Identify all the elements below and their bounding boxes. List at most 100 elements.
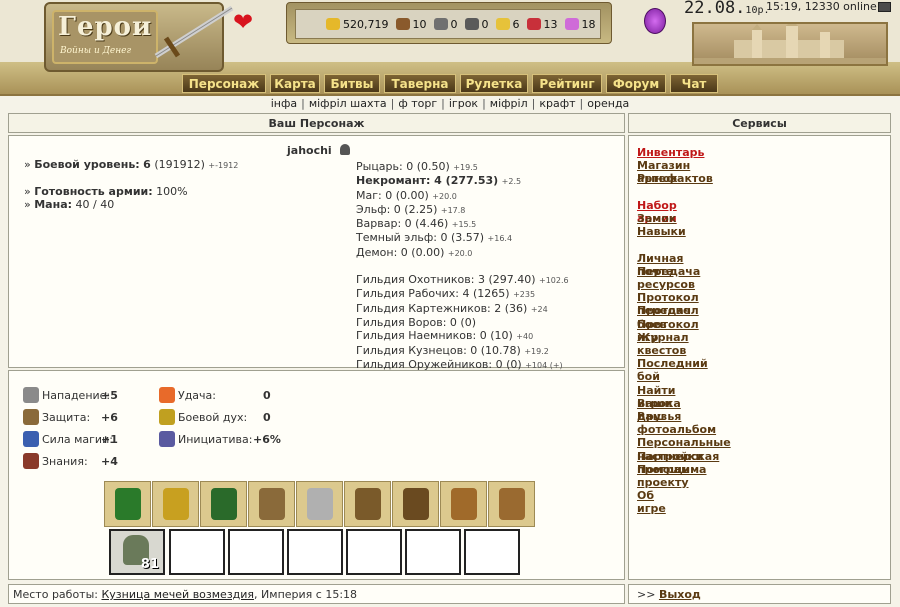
guild-row-delta: +104 (+) — [525, 360, 563, 370]
faction-row-delta: +19.5 — [453, 163, 478, 172]
logo-subtitle: Войны и Денег — [60, 46, 132, 56]
game-date: 22.08.10р. — [684, 0, 770, 18]
skill-label: Боевой дух: — [178, 410, 248, 424]
health-heart-icon: ❤ — [233, 8, 254, 36]
faction-row-text: Эльф: 0 (2.25) — [356, 202, 438, 216]
nav-3[interactable]: Таверна — [384, 74, 456, 93]
nav-1[interactable]: Карта — [270, 74, 320, 93]
service-link[interactable]: Ваш фотоальбом — [637, 410, 716, 436]
nav-7[interactable]: Чат — [670, 74, 718, 93]
skill-label: Защита: — [42, 410, 91, 424]
service-link[interactable]: Журнал квестов — [637, 331, 689, 357]
subnav-link[interactable]: міфріл шахта — [309, 97, 387, 110]
skill-value: +4 — [101, 454, 118, 468]
helmet-icon — [339, 144, 350, 155]
resource-value: 520,719 — [343, 17, 389, 31]
equipment-slot[interactable] — [104, 481, 151, 527]
player-name[interactable]: jahochi — [287, 144, 350, 157]
equipment-slot[interactable] — [296, 481, 343, 527]
exit-bar: >> Выход — [628, 584, 891, 604]
guild-row: Гильдия Охотников: 3 (297.40) +102.6 — [356, 273, 569, 287]
amulet-icon — [162, 488, 189, 520]
saber-icon — [306, 488, 333, 520]
equipment-slot[interactable] — [152, 481, 199, 527]
character-info-box: jahochi » Боевой уровень: 6 (191912) +-1… — [8, 135, 625, 371]
faction-row: Демон: 0 (0.00) +20.0 — [356, 246, 569, 260]
nav-2[interactable]: Битвы — [324, 74, 380, 93]
subnav-link[interactable]: інфа — [271, 97, 297, 110]
sulfur-icon[interactable] — [495, 18, 510, 30]
faction-row-delta: +20.0 — [447, 248, 473, 258]
book-icon — [23, 453, 39, 469]
skill-row: Знания: +4 — [23, 453, 303, 469]
workplace-link[interactable]: Кузница мечей возмездия — [101, 588, 254, 601]
subnav-separator: | — [531, 97, 536, 110]
army-empty-slot[interactable] — [346, 529, 402, 575]
subnav-link[interactable]: крафт — [539, 97, 575, 110]
guild-row-text: Гильдия Воров: 0 (0) — [356, 315, 476, 329]
character-panel-title: Ваш Персонаж — [8, 113, 625, 133]
mercury-icon[interactable] — [464, 18, 479, 30]
guild-row-delta: +40 — [516, 332, 534, 342]
army-empty-slot[interactable] — [169, 529, 225, 575]
service-link[interactable]: Последний бой — [637, 357, 708, 383]
nav-0[interactable]: Персонаж — [182, 74, 266, 93]
guild-row: Гильдия Наемников: 0 (10) +40 — [356, 329, 569, 343]
wood-icon[interactable] — [395, 18, 410, 30]
gold-icon[interactable] — [326, 18, 340, 30]
main-nav: Персонаж Карта Битвы Таверна Рулетка Рейтинг Ф… — [182, 74, 718, 93]
service-link[interactable]: Об игре — [637, 489, 666, 515]
service-link[interactable]: Помощь проекту — [637, 463, 689, 489]
potion-icon — [159, 431, 175, 447]
subnav-link[interactable]: оренда — [587, 97, 629, 110]
faction-row-text: Рыцарь: 0 (0.50) — [356, 160, 450, 173]
resource-value: 6 — [512, 17, 520, 31]
equipment-slot[interactable] — [488, 481, 535, 527]
guild-row-text: Гильдия Охотников: 3 (297.40) — [356, 273, 536, 287]
resource-value: 18 — [581, 17, 596, 31]
service-link[interactable]: Инвентарь — [637, 146, 704, 159]
mail-icon[interactable] — [878, 2, 891, 12]
equipment-slot[interactable] — [200, 481, 247, 527]
nav-4[interactable]: Рулетка — [460, 74, 528, 93]
service-link[interactable]: Передача ресурсов — [637, 265, 700, 291]
gems-icon[interactable] — [564, 18, 579, 30]
faction-row-text: Демон: 0 (0.00) — [356, 245, 445, 259]
crystal-icon[interactable] — [526, 18, 541, 30]
nav-5[interactable]: Рейтинг — [532, 74, 602, 93]
service-link[interactable]: Замок — [637, 212, 676, 225]
guild-row-text: Гильдия Наемников: 0 (10) — [356, 329, 513, 343]
gloves-icon — [450, 488, 477, 520]
skill-label: Инициатива: — [178, 432, 253, 446]
skill-value: +5 — [101, 388, 118, 402]
skill-row: Боевой дух: 0 — [159, 409, 439, 425]
subnav-link[interactable]: ф торг — [398, 97, 437, 110]
equipment-slot[interactable] — [440, 481, 487, 527]
guild-row: Гильдия Картежников: 2 (36) +24 — [356, 302, 569, 316]
player-stats: » Боевой уровень: 6 (191912) +-1912 » Го… — [24, 158, 239, 211]
equipment-slot[interactable] — [344, 481, 391, 527]
shield-item-icon — [354, 488, 381, 520]
equipment-slot[interactable] — [392, 481, 439, 527]
army-empty-slot[interactable] — [464, 529, 520, 575]
army-empty-slot[interactable] — [405, 529, 461, 575]
service-link[interactable]: Навыки — [637, 225, 686, 238]
skill-row: Инициатива: +6% — [159, 431, 439, 447]
resource-bar: 520,719 10 0 0 6 13 18 — [286, 2, 612, 44]
skill-value: +6 — [101, 410, 118, 424]
exit-link[interactable]: Выход — [659, 588, 701, 601]
resource-value: 0 — [481, 17, 489, 31]
subnav-link[interactable]: міфріл — [490, 97, 528, 110]
subnav-link[interactable]: ігрок — [449, 97, 478, 110]
logo-title: Герои — [58, 12, 153, 42]
ore-icon[interactable] — [433, 18, 448, 30]
nav-6[interactable]: Форум — [606, 74, 666, 93]
army-empty-slot[interactable] — [228, 529, 284, 575]
equipment-slot[interactable] — [248, 481, 295, 527]
service-link[interactable]: Рынок — [637, 172, 678, 185]
army-empty-slot[interactable] — [287, 529, 343, 575]
army-slot[interactable]: 81 — [109, 529, 165, 575]
server-time-online: 15:19, 12330 online — [766, 0, 877, 13]
skills-equipment-box: Нападение: +5 Защита: +6 Сила магии: +1 Знания… — [8, 370, 625, 580]
